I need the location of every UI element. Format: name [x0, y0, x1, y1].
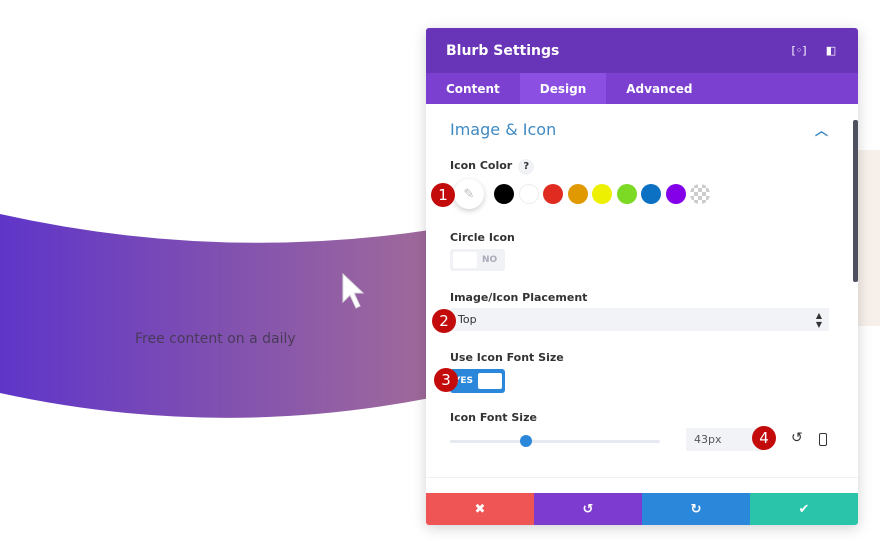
help-icon[interactable]: ?	[518, 159, 535, 175]
scrollbar[interactable]	[853, 120, 858, 282]
sidebar-layout-icon[interactable]: ◧	[824, 44, 838, 58]
annotation-badge-4: 4	[752, 426, 776, 450]
undo-button[interactable]: ↺	[534, 493, 642, 525]
blurb-settings-panel: Blurb Settings [◦] ◧ Content Design Adva…	[426, 28, 858, 525]
annotation-badge-1: 1	[431, 183, 455, 207]
section-title[interactable]: Image & Icon	[450, 120, 556, 139]
swatch-transparent[interactable]	[690, 184, 710, 204]
icon-color-label: Icon Color?	[450, 159, 535, 175]
use-icon-font-size-toggle[interactable]: YES	[450, 369, 505, 393]
swatch-yellow[interactable]	[592, 184, 612, 204]
swatch-black[interactable]	[494, 184, 514, 204]
circle-icon-toggle[interactable]: NO	[450, 249, 505, 271]
slider-thumb[interactable]	[519, 435, 532, 447]
select-arrows-icon: ▲ ▼	[815, 310, 822, 329]
icon-color-label-text: Icon Color	[450, 159, 513, 172]
divider	[426, 477, 858, 478]
redo-button[interactable]: ↻	[642, 493, 750, 525]
reset-icon[interactable]: ↺	[791, 430, 803, 446]
responsive-phone-icon[interactable]	[819, 433, 827, 446]
swatch-orange[interactable]	[567, 184, 588, 204]
tab-content[interactable]: Content	[426, 73, 520, 104]
save-button[interactable]: ✔	[750, 493, 858, 525]
toggle-state: NO	[482, 255, 498, 265]
fullscreen-icon[interactable]: [◦]	[791, 44, 806, 58]
swatch-white[interactable]	[518, 184, 539, 204]
placement-label: Image/Icon Placement	[450, 291, 588, 304]
chevron-up-icon[interactable]: ︿	[815, 120, 828, 139]
tab-bar: Content Design Advanced	[426, 73, 858, 104]
tab-design[interactable]: Design	[519, 73, 607, 104]
annotation-badge-2: 2	[432, 309, 456, 333]
background-strip	[858, 150, 880, 326]
cancel-button[interactable]: ✖	[426, 493, 534, 525]
tab-advanced[interactable]: Advanced	[606, 73, 712, 104]
use-icon-font-size-label: Use Icon Font Size	[450, 351, 564, 364]
placement-select[interactable]: Top ▲ ▼	[450, 308, 829, 331]
swatch-blue[interactable]	[641, 184, 661, 204]
swatch-red[interactable]	[543, 184, 563, 204]
icon-font-size-label: Icon Font Size	[450, 411, 537, 424]
swatch-purple[interactable]	[665, 184, 686, 204]
panel-header: Blurb Settings [◦] ◧	[426, 28, 858, 73]
circle-icon-label: Circle Icon	[450, 231, 515, 244]
swatch-green[interactable]	[616, 184, 637, 204]
color-swatches: ✎	[454, 179, 715, 209]
select-value: Top	[458, 313, 477, 326]
hero-text: Free content on a daily	[135, 331, 296, 347]
eyedropper-icon[interactable]: ✎	[454, 179, 484, 209]
panel-footer: ✖ ↺ ↻ ✔	[426, 493, 858, 525]
annotation-badge-3: 3	[434, 368, 458, 392]
panel-title: Blurb Settings	[446, 42, 560, 59]
cursor-icon	[342, 272, 365, 309]
icon-font-size-slider[interactable]	[450, 435, 660, 447]
